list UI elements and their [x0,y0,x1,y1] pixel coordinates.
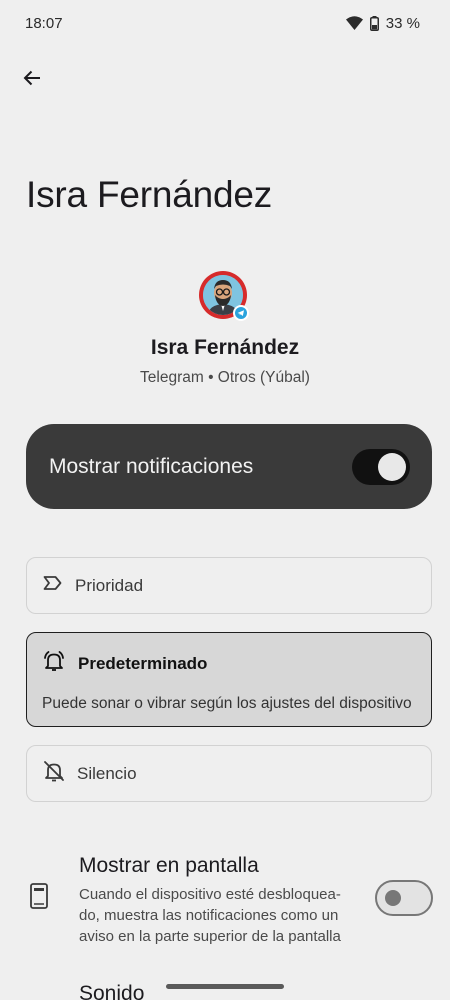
bell-ring-icon [42,650,66,677]
show-notifications-switch[interactable] [352,448,410,485]
option-silencio-label: Silencio [77,763,137,783]
status-icons: 33 % [345,14,420,32]
status-time: 18:07 [25,14,63,32]
arrow-back-icon [22,68,42,93]
show-on-screen-title: Mostrar en pantalla [79,854,259,877]
contact-subtitle: Telegram • Otros (Yúbal) [140,369,310,386]
avatar [199,271,249,321]
show-on-screen-row[interactable]: Mostrar en pantalla Cuando el dispositiv… [0,850,450,950]
phone-screen-icon [30,883,48,914]
show-on-screen-description: Cuando el dispositivo esté desbloquea-do… [79,886,341,945]
home-indicator[interactable] [166,984,284,989]
priority-label-icon [43,575,63,596]
page-title: Isra Fernández [26,174,273,215]
option-silencio[interactable]: Silencio [26,745,432,802]
option-prioridad[interactable]: Prioridad [26,557,432,614]
bell-off-icon [43,760,65,787]
sound-icon [32,994,46,1000]
show-on-screen-switch[interactable] [375,880,433,916]
telegram-icon [233,305,249,321]
switch-knob [378,452,406,481]
back-button[interactable] [14,62,50,98]
battery-percent: 33 % [385,14,420,32]
show-notifications-label: Mostrar notificaciones [49,454,254,478]
option-predeterminado-description: Puede sonar o vibrar según los ajustes d… [42,695,412,712]
battery-icon [369,15,379,31]
show-notifications-toggle-row[interactable]: Mostrar notificaciones [26,424,432,509]
sound-title[interactable]: Sonido [79,982,144,1000]
wifi-icon [345,16,363,30]
status-bar: 18:07 33 % [0,0,450,46]
option-predeterminado-label: Predeterminado [78,653,208,673]
option-predeterminado[interactable]: Predeterminado Puede sonar o vibrar segú… [26,632,432,727]
contact-name: Isra Fernández [150,336,300,359]
switch-knob [385,890,401,906]
option-prioridad-label: Prioridad [75,575,144,595]
